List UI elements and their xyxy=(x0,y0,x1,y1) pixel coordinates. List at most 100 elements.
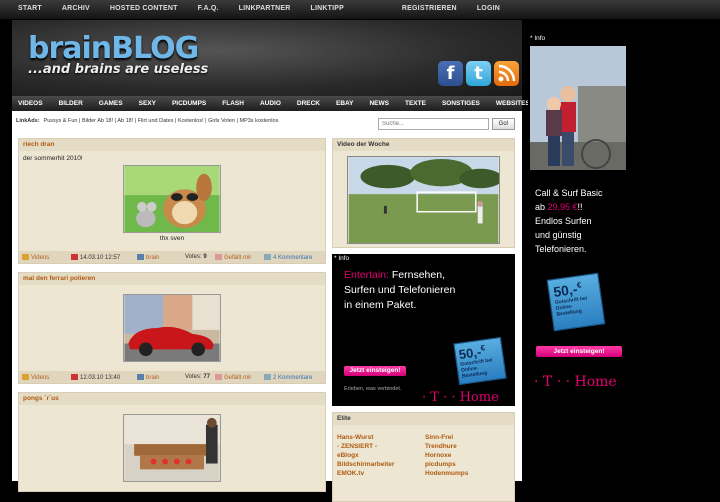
elite-link[interactable]: EMOK.tv xyxy=(337,469,364,478)
nav-dreck[interactable]: DRECK xyxy=(297,96,320,111)
ad-line-2-pre: ab xyxy=(535,202,548,212)
elite-title: Elite xyxy=(333,413,514,425)
topnav-hosted-content[interactable]: HOSTED CONTENT xyxy=(110,5,178,12)
logo-title: brainBLOG xyxy=(28,31,199,66)
linkads-label: LinkAds: xyxy=(16,118,40,124)
ad-headline-brand: Entertain: xyxy=(344,269,389,281)
calendar-icon xyxy=(71,374,78,380)
topnav-login[interactable]: LOGIN xyxy=(477,5,500,12)
post-text: der sommerhit 2010! xyxy=(23,155,83,162)
elite-link[interactable]: - ZENSIERT - xyxy=(337,442,377,451)
nav-websites[interactable]: WEBSITES xyxy=(496,96,530,111)
post-author[interactable]: brain xyxy=(146,375,159,381)
post-author[interactable]: brain xyxy=(146,255,159,261)
elite-link[interactable]: Bildschirmarbeiter xyxy=(337,460,394,469)
linkads-bar: LinkAds: Pussys & Fun | Bilder Ab 18! | A… xyxy=(16,118,278,124)
rss-icon[interactable] xyxy=(494,61,519,86)
rss-glyph xyxy=(498,64,516,82)
post-title[interactable]: pongs ´r´us xyxy=(19,393,325,405)
header: brainBLOG ...and brains are useless f t xyxy=(12,20,522,96)
post-thumbnail[interactable] xyxy=(123,165,221,233)
ad-copy: Call & Surf Basic ab 29,95 €!! Endlos Su… xyxy=(535,186,603,256)
telekom-skyscraper-ad[interactable]: * Info Call & Surf Basic ab 29,95 €!! En… xyxy=(528,34,630,414)
nav-audio[interactable]: AUDIO xyxy=(260,96,281,111)
comment-icon xyxy=(264,374,271,380)
comments-link[interactable]: 2 Kommentare xyxy=(273,375,312,381)
post-title[interactable]: riech dran xyxy=(19,139,325,151)
elite-link[interactable]: Trendhure xyxy=(425,442,457,451)
votes-label: Votes: xyxy=(185,374,202,380)
ad-info-label[interactable]: * Info xyxy=(334,255,349,262)
topnav-linkpartner[interactable]: LINKPARTNER xyxy=(239,5,291,12)
topnav-faq[interactable]: F.A.Q. xyxy=(198,5,219,12)
post-date: 14.03.10 12:57 xyxy=(80,255,121,261)
top-bar: START ARCHIV HOSTED CONTENT F.A.Q. LINKP… xyxy=(0,0,720,20)
elite-link[interactable]: Hodenmumps xyxy=(425,469,468,478)
badge-currency: € xyxy=(576,280,582,291)
ad-credit-badge: 50,-€ Gutschrift bei Online-Bestellung xyxy=(453,336,507,386)
ad-headline-3: in einem Paket. xyxy=(344,299,417,311)
elite-link[interactable]: Hornoxe xyxy=(425,451,451,460)
video-thumbnail[interactable] xyxy=(347,156,500,244)
nav-bilder[interactable]: BILDER xyxy=(59,96,83,111)
folder-icon xyxy=(22,374,29,380)
post-thumbnail[interactable] xyxy=(123,414,221,482)
folder-icon xyxy=(22,254,29,260)
comment-icon xyxy=(264,254,271,260)
post-thumbnail[interactable] xyxy=(123,294,221,362)
twitter-icon[interactable]: t xyxy=(466,61,491,86)
ad-info-label[interactable]: * Info xyxy=(530,35,545,42)
topnav-start[interactable]: START xyxy=(18,5,42,12)
topnav-registrieren[interactable]: REGISTRIEREN xyxy=(402,5,457,12)
ad-cta-button[interactable]: Jetzt einsteigen! xyxy=(344,366,406,376)
video-of-week-title: Video der Woche xyxy=(333,139,514,151)
ad-photo xyxy=(530,46,626,170)
post-card: riech dran der sommerhit 2010! thx sven … xyxy=(18,138,326,264)
facebook-icon[interactable]: f xyxy=(438,61,463,86)
ad-line-1: Call & Surf Basic xyxy=(535,188,603,198)
ad-price: 29,95 € xyxy=(547,202,578,212)
linkads-links[interactable]: Pussys & Fun | Bilder Ab 18! | Ab 18! | … xyxy=(44,118,279,124)
ad-line-3: Endlos Surfen xyxy=(535,216,592,226)
nav-sexy[interactable]: SEXY xyxy=(139,96,156,111)
ad-headline: Entertain: Fernsehen, Surfen und Telefon… xyxy=(344,268,455,313)
like-link[interactable]: Gefällt mir xyxy=(224,375,251,381)
topnav-linktipp[interactable]: LINKTIPP xyxy=(311,5,345,12)
post-footer: Videos 12.03.10 13:40 brain Votes: 77 Ge… xyxy=(19,371,325,383)
post-card: pongs ´r´us xyxy=(18,392,326,492)
ad-cta-button[interactable]: Jetzt einsteigen! xyxy=(536,346,622,357)
telekom-logo: · T · · Home xyxy=(534,374,617,390)
nav-games[interactable]: GAMES xyxy=(99,96,123,111)
topnav-archiv[interactable]: ARCHIV xyxy=(62,5,90,12)
nav-sonstiges[interactable]: SONSTIGES xyxy=(442,96,480,111)
post-category[interactable]: Videos xyxy=(31,255,49,261)
elite-box: Elite Hans-Wurst - ZENSIERT - eBlogx Bil… xyxy=(332,412,515,502)
elite-link[interactable]: Hans-Wurst xyxy=(337,433,373,442)
post-footer: Videos 14.03.10 12:57 brain Votes: 9 Gef… xyxy=(19,251,325,263)
post-caption: thx sven xyxy=(159,235,185,242)
nav-flash[interactable]: FLASH xyxy=(222,96,244,111)
elite-link[interactable]: Sinn-Frei xyxy=(425,433,453,442)
thumbs-up-icon xyxy=(215,254,222,260)
comments-link[interactable]: 4 Kommentare xyxy=(273,255,312,261)
votes-count: 9 xyxy=(203,254,207,260)
elite-link[interactable]: eBlogx xyxy=(337,451,359,460)
votes-count: 77 xyxy=(203,374,211,380)
site-logo[interactable]: brainBLOG ...and brains are useless xyxy=(28,31,208,78)
badge-currency: € xyxy=(480,343,486,353)
elite-link[interactable]: picdumps xyxy=(425,460,456,469)
post-category[interactable]: Videos xyxy=(31,375,49,381)
nav-news[interactable]: NEWS xyxy=(369,96,389,111)
like-link[interactable]: Gefällt mir xyxy=(224,255,251,261)
nav-picdumps[interactable]: PICDUMPS xyxy=(172,96,206,111)
post-title[interactable]: mal den ferrari polieren xyxy=(19,273,325,285)
telekom-ad[interactable]: * Info Entertain: Fernsehen, Surfen und … xyxy=(332,254,515,406)
search-input[interactable] xyxy=(378,118,489,130)
nav-texte[interactable]: TEXTE xyxy=(405,96,426,111)
ad-line-2-post: !! xyxy=(577,202,583,212)
nav-videos[interactable]: VIDEOS xyxy=(18,96,43,111)
nav-ebay[interactable]: EBAY xyxy=(336,96,353,111)
calendar-icon xyxy=(71,254,78,260)
search-button[interactable]: Go! xyxy=(492,118,515,130)
site-container: brainBLOG ...and brains are useless f t … xyxy=(12,20,530,502)
